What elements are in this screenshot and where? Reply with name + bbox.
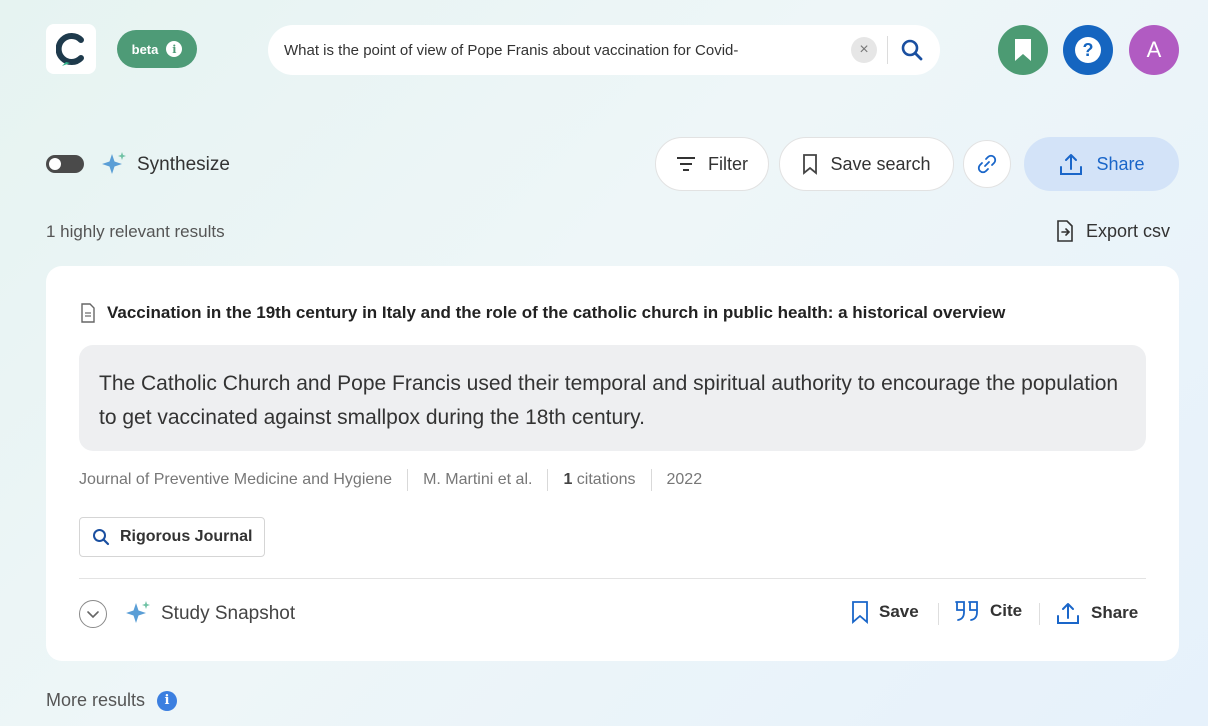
result-abstract: The Catholic Church and Pope Francis use… (79, 345, 1146, 451)
chevron-down-icon (87, 611, 99, 619)
more-results-label: More results (46, 690, 146, 710)
app-logo[interactable] (46, 24, 96, 74)
authors: M. Martini et al. (423, 471, 533, 488)
action-divider (1039, 603, 1040, 625)
synthesize-label: Synthesize (137, 154, 230, 175)
citations-count: 1 (563, 471, 573, 488)
share-result-button[interactable]: Share (1055, 600, 1138, 626)
share-result-label: Share (1091, 603, 1139, 622)
share-button[interactable]: Share (1024, 137, 1179, 191)
sparkle-icon (102, 152, 126, 174)
citations: 1 citations (563, 471, 635, 489)
year: 2022 (666, 471, 703, 488)
tag-label: Rigorous Journal (120, 528, 253, 545)
bookmark-icon (852, 601, 868, 624)
avatar[interactable]: A (1129, 25, 1179, 75)
quote-icon (955, 601, 978, 621)
share-label: Share (1096, 153, 1145, 174)
filter-label: Filter (708, 153, 748, 174)
meta-divider (650, 469, 652, 491)
journal-name: Journal of Preventive Medicine and Hygie… (79, 471, 393, 488)
results-count: 1 highly relevant results (46, 222, 225, 241)
search-bar: × (268, 25, 940, 75)
document-icon (81, 303, 95, 323)
export-label: Export csv (1086, 220, 1171, 241)
result-title[interactable]: Vaccination in the 19th century in Italy… (107, 303, 1005, 323)
filter-button[interactable]: Filter (655, 137, 769, 191)
bookmark-icon (1015, 39, 1031, 61)
synthesize-toggle[interactable] (46, 155, 84, 173)
meta-divider (407, 469, 409, 491)
info-icon: i (166, 41, 183, 57)
bookmark-icon (803, 154, 818, 175)
beta-label: beta (131, 41, 159, 57)
share-icon (1057, 603, 1079, 624)
search-icon (93, 529, 110, 546)
save-button[interactable]: Save (851, 600, 919, 624)
cite-label: Cite (990, 601, 1023, 620)
link-icon (977, 154, 997, 174)
citations-word: citations (576, 471, 636, 488)
help-button[interactable]: ? (1063, 25, 1113, 75)
rigorous-journal-tag[interactable]: Rigorous Journal (79, 517, 265, 557)
help-icon: ? (1075, 37, 1101, 63)
study-snapshot-label[interactable]: Study Snapshot (161, 603, 295, 625)
save-label: Save (879, 602, 919, 621)
bookmarks-button[interactable] (998, 25, 1048, 75)
copy-link-button[interactable] (963, 140, 1011, 188)
meta-divider (547, 469, 549, 491)
beta-badge[interactable]: beta i (117, 30, 197, 68)
search-divider (887, 36, 888, 64)
card-divider (79, 578, 1146, 579)
cite-button[interactable]: Cite (954, 600, 1022, 622)
export-csv-button[interactable]: Export csv (1056, 220, 1170, 242)
avatar-initial: A (1146, 37, 1162, 62)
more-results[interactable]: More results i (46, 690, 178, 711)
expand-snapshot-button[interactable] (79, 600, 107, 628)
toggle-knob (49, 158, 61, 170)
search-input[interactable] (284, 41, 851, 59)
close-icon[interactable]: × (851, 37, 877, 63)
save-search-button[interactable]: Save search (779, 137, 954, 191)
search-icon[interactable] (900, 38, 924, 62)
sparkle-icon (126, 601, 150, 623)
info-icon[interactable]: i (157, 690, 178, 711)
svg-text:?: ? (1083, 40, 1094, 60)
action-divider (938, 603, 939, 625)
filter-icon (677, 157, 695, 171)
share-icon (1060, 154, 1083, 175)
export-icon (1057, 220, 1073, 242)
result-meta: Journal of Preventive Medicine and Hygie… (79, 469, 702, 491)
logo-c-icon (56, 33, 84, 66)
save-search-label: Save search (830, 153, 931, 174)
